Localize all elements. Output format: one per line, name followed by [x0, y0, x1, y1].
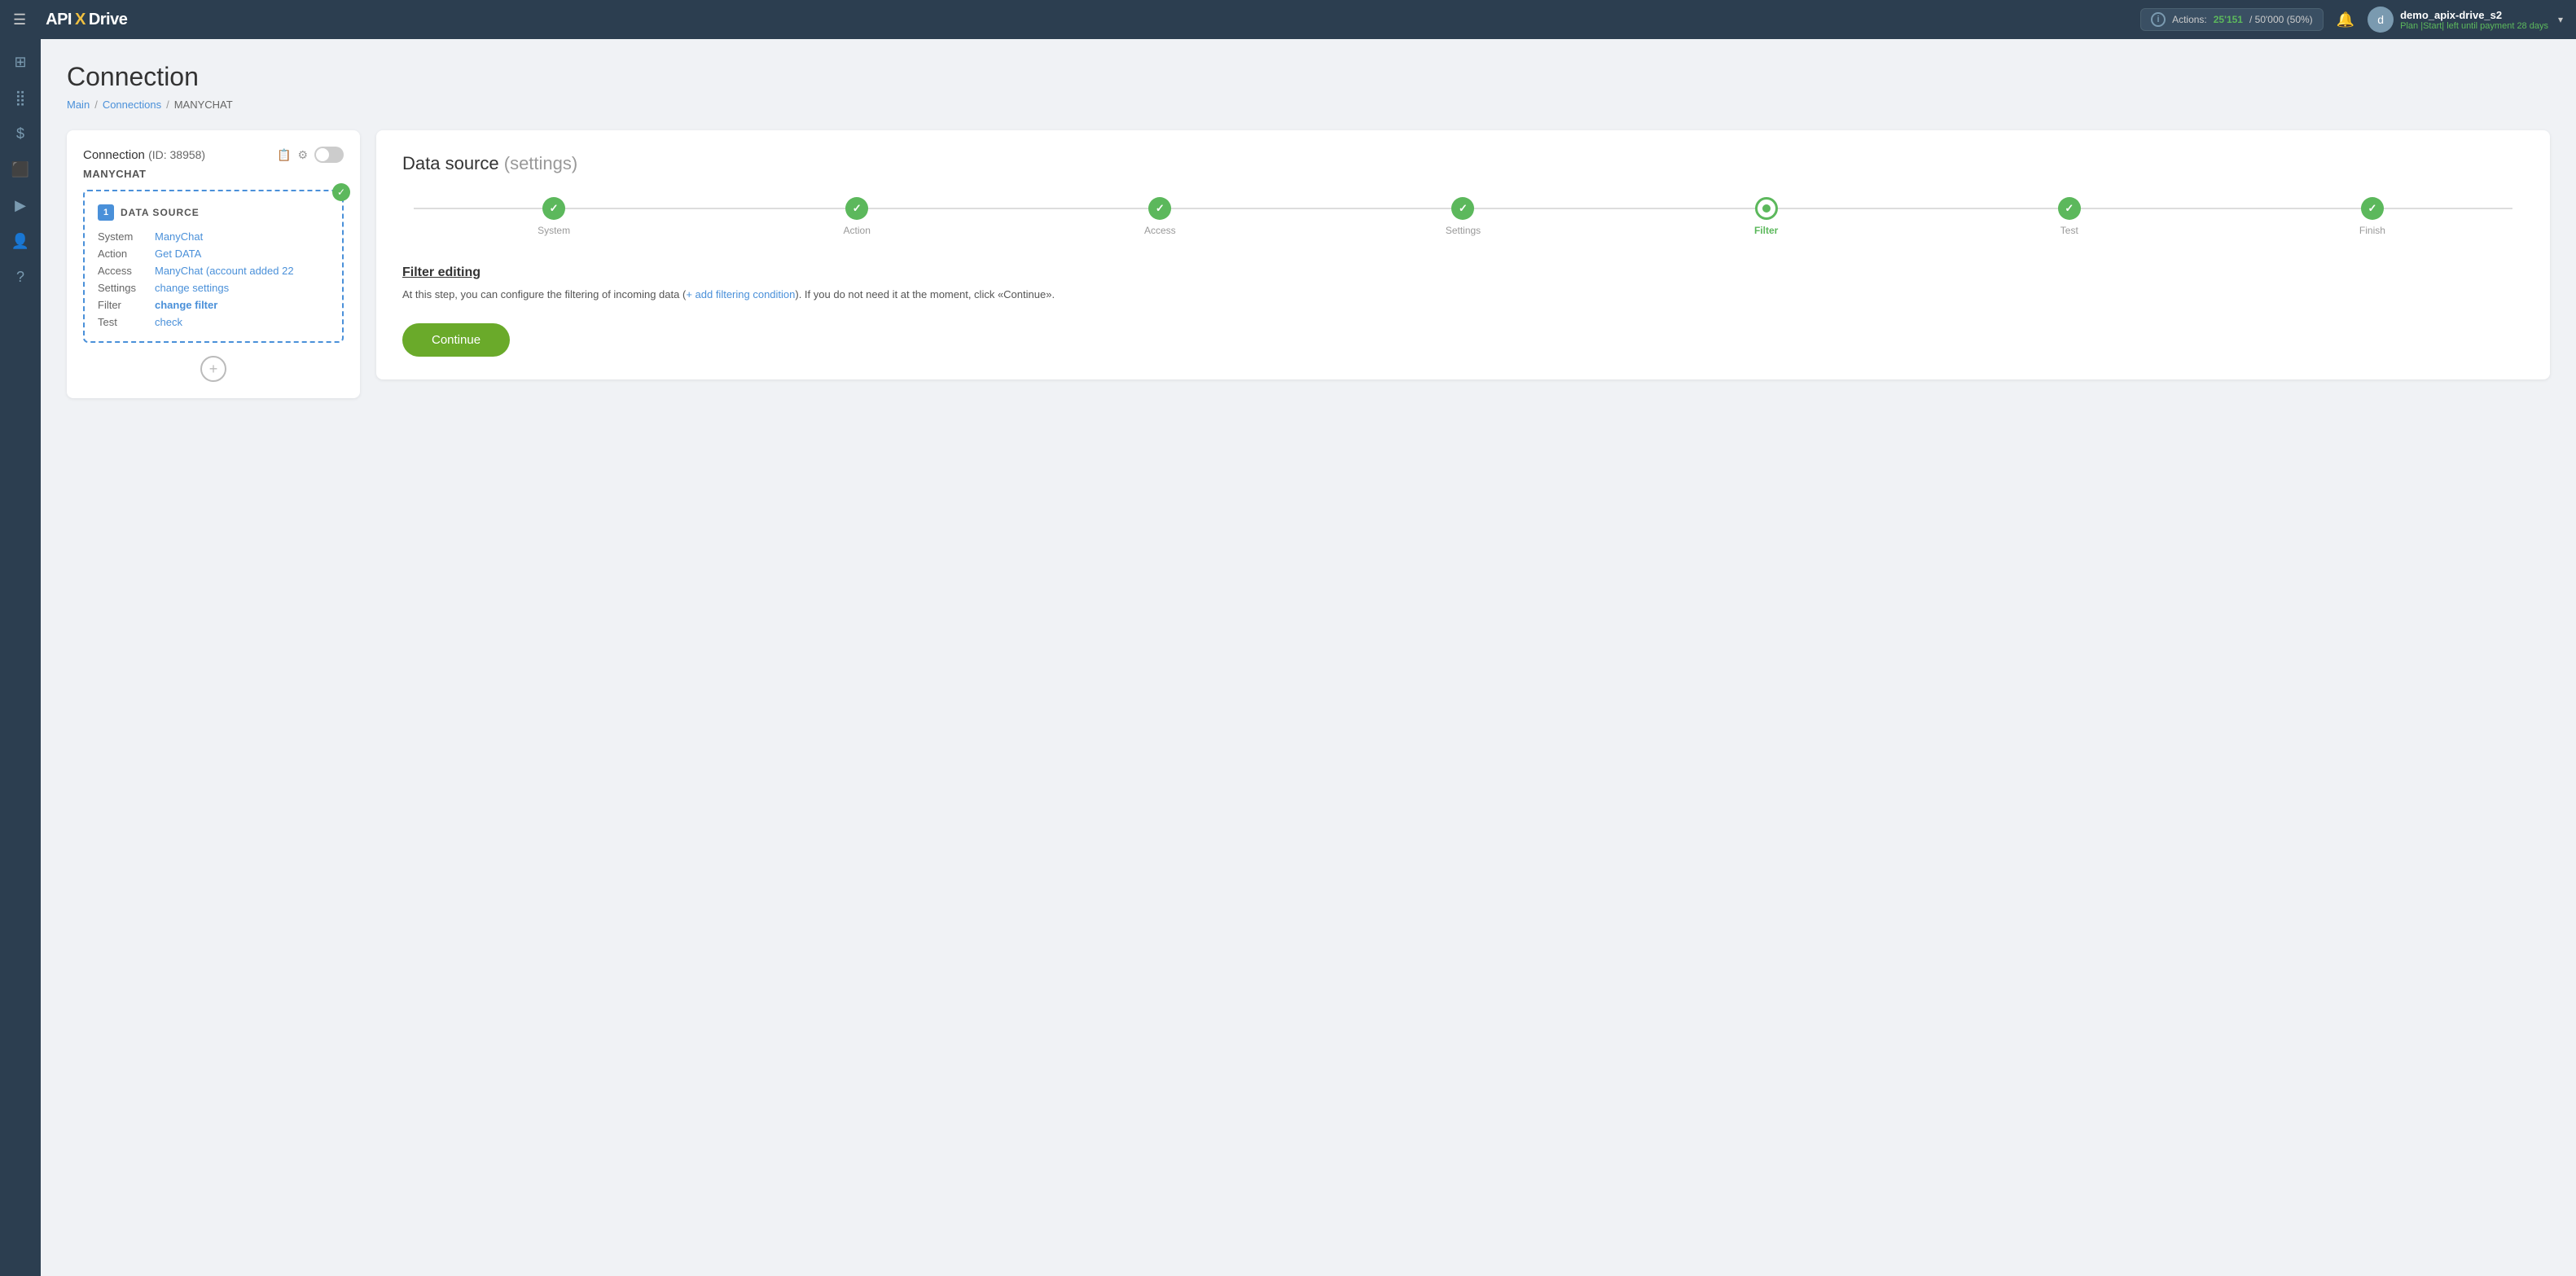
- card-row-key: Access: [98, 265, 155, 277]
- user-menu[interactable]: d demo_apix-drive_s2 Plan |Start| left u…: [2368, 7, 2563, 33]
- card-row-filter: Filter change filter: [98, 299, 329, 311]
- panel-icons: 📋 ⚙: [277, 147, 344, 163]
- sidebar-item-home[interactable]: ⊞: [4, 46, 37, 78]
- step-circle-test: ✓: [2058, 197, 2081, 220]
- ds-title: Data source (settings): [402, 153, 2524, 174]
- logo-text2: Drive: [89, 11, 128, 29]
- breadcrumb: Main / Connections / MANYCHAT: [67, 99, 2550, 111]
- step-label-action: Action: [844, 225, 871, 236]
- main-content: Connection Main / Connections / MANYCHAT…: [41, 39, 2576, 1276]
- card-row-key: System: [98, 230, 155, 243]
- logo-text1: API: [46, 11, 72, 29]
- topnav: ☰ APIXDrive i Actions: 25'151 / 50'000 (…: [0, 0, 2576, 39]
- card-row-val-test[interactable]: check: [155, 316, 182, 328]
- card-row-access: Access ManyChat (account added 22: [98, 265, 329, 277]
- card-row-action: Action Get DATA: [98, 248, 329, 260]
- bell-icon[interactable]: 🔔: [2337, 11, 2354, 29]
- settings-icon[interactable]: ⚙: [297, 148, 308, 162]
- plan-info: Plan |Start| left until payment 28 days: [2400, 21, 2548, 31]
- panel-title: Connection (ID: 38958): [83, 148, 205, 162]
- breadcrumb-connections[interactable]: Connections: [103, 99, 161, 111]
- step-label-test: Test: [2060, 225, 2078, 236]
- breadcrumb-current: MANYCHAT: [174, 99, 233, 111]
- step-label-filter: Filter: [1754, 225, 1778, 236]
- filter-desc: At this step, you can configure the filt…: [402, 287, 2524, 304]
- step-settings: ✓ Settings: [1311, 197, 1614, 236]
- step-circle-access: ✓: [1148, 197, 1171, 220]
- step-system: ✓ System: [402, 197, 705, 236]
- actions-badge: i Actions: 25'151 / 50'000 (50%): [2140, 8, 2324, 31]
- step-filter: Filter: [1615, 197, 1918, 236]
- connection-name: MANYCHAT: [83, 168, 344, 180]
- card-row-val-system[interactable]: ManyChat: [155, 230, 203, 243]
- step-circle-action: ✓: [845, 197, 868, 220]
- hamburger-icon[interactable]: ☰: [13, 11, 26, 29]
- step-finish: ✓ Finish: [2221, 197, 2524, 236]
- add-button-wrapper: +: [83, 356, 344, 382]
- add-circle-button[interactable]: +: [200, 356, 226, 382]
- data-source-card: ✓ 1 DATA SOURCE System ManyChat Action G…: [83, 190, 344, 343]
- card-rows: System ManyChat Action Get DATA Access M…: [98, 230, 329, 328]
- card-check-icon: ✓: [332, 183, 350, 201]
- add-filter-link[interactable]: + add filtering condition: [686, 288, 795, 300]
- card-row-test: Test check: [98, 316, 329, 328]
- step-label-system: System: [538, 225, 570, 236]
- step-action: ✓ Action: [705, 197, 1008, 236]
- step-label-access: Access: [1144, 225, 1176, 236]
- username: demo_apix-drive_s2: [2400, 9, 2548, 21]
- step-access: ✓ Access: [1008, 197, 1311, 236]
- sidebar-item-billing[interactable]: $: [4, 117, 37, 150]
- actions-total: / 50'000 (50%): [2249, 14, 2313, 25]
- actions-label: Actions:: [2172, 14, 2207, 25]
- actions-current: 25'151: [2214, 14, 2243, 25]
- sidebar-item-play[interactable]: ▶: [4, 189, 37, 221]
- step-test: ✓ Test: [1918, 197, 2221, 236]
- logo: APIXDrive: [46, 11, 127, 29]
- sidebar: ⊞ ⣿ $ ⬛ ▶ 👤 ?: [0, 39, 41, 1276]
- copy-icon[interactable]: 📋: [277, 148, 291, 162]
- breadcrumb-main[interactable]: Main: [67, 99, 90, 111]
- card-row-val-access[interactable]: ManyChat (account added 22: [155, 265, 294, 277]
- sidebar-item-flow[interactable]: ⣿: [4, 81, 37, 114]
- chevron-down-icon: ▾: [2558, 14, 2563, 25]
- sidebar-item-user[interactable]: 👤: [4, 225, 37, 257]
- page-title: Connection: [67, 62, 2550, 92]
- card-row-system: System ManyChat: [98, 230, 329, 243]
- step-circle-filter: [1755, 197, 1778, 220]
- avatar: d: [2368, 7, 2394, 33]
- continue-button[interactable]: Continue: [402, 323, 510, 357]
- card-header: 1 DATA SOURCE: [98, 204, 329, 221]
- card-label: DATA SOURCE: [121, 207, 200, 218]
- card-row-settings: Settings change settings: [98, 282, 329, 294]
- card-row-key: Settings: [98, 282, 155, 294]
- panel-header: Connection (ID: 38958) 📋 ⚙: [83, 147, 344, 163]
- step-label-settings: Settings: [1446, 225, 1481, 236]
- ds-title-suffix: (settings): [504, 153, 577, 173]
- left-panel: Connection (ID: 38958) 📋 ⚙ MANYCHAT ✓ 1 …: [67, 130, 360, 398]
- right-panel: Data source (settings) ✓ System ✓ Action: [376, 130, 2550, 379]
- card-row-key: Test: [98, 316, 155, 328]
- step-circle-system: ✓: [542, 197, 565, 220]
- info-icon: i: [2151, 12, 2166, 27]
- toggle-switch[interactable]: [314, 147, 344, 163]
- card-row-val-action[interactable]: Get DATA: [155, 248, 201, 260]
- filter-title: Filter editing: [402, 265, 2524, 280]
- card-row-key: Filter: [98, 299, 155, 311]
- card-row-val-settings[interactable]: change settings: [155, 282, 229, 294]
- connection-id: (ID: 38958): [148, 148, 205, 161]
- sidebar-item-briefcase[interactable]: ⬛: [4, 153, 37, 186]
- card-number: 1: [98, 204, 114, 221]
- sidebar-item-help[interactable]: ?: [4, 261, 37, 293]
- step-circle-settings: ✓: [1451, 197, 1474, 220]
- steps-container: ✓ System ✓ Action ✓ Access ✓: [402, 197, 2524, 236]
- logo-x: X: [75, 11, 86, 29]
- card-row-val-filter[interactable]: change filter: [155, 299, 217, 311]
- step-label-finish: Finish: [2359, 225, 2385, 236]
- card-row-key: Action: [98, 248, 155, 260]
- step-circle-finish: ✓: [2361, 197, 2384, 220]
